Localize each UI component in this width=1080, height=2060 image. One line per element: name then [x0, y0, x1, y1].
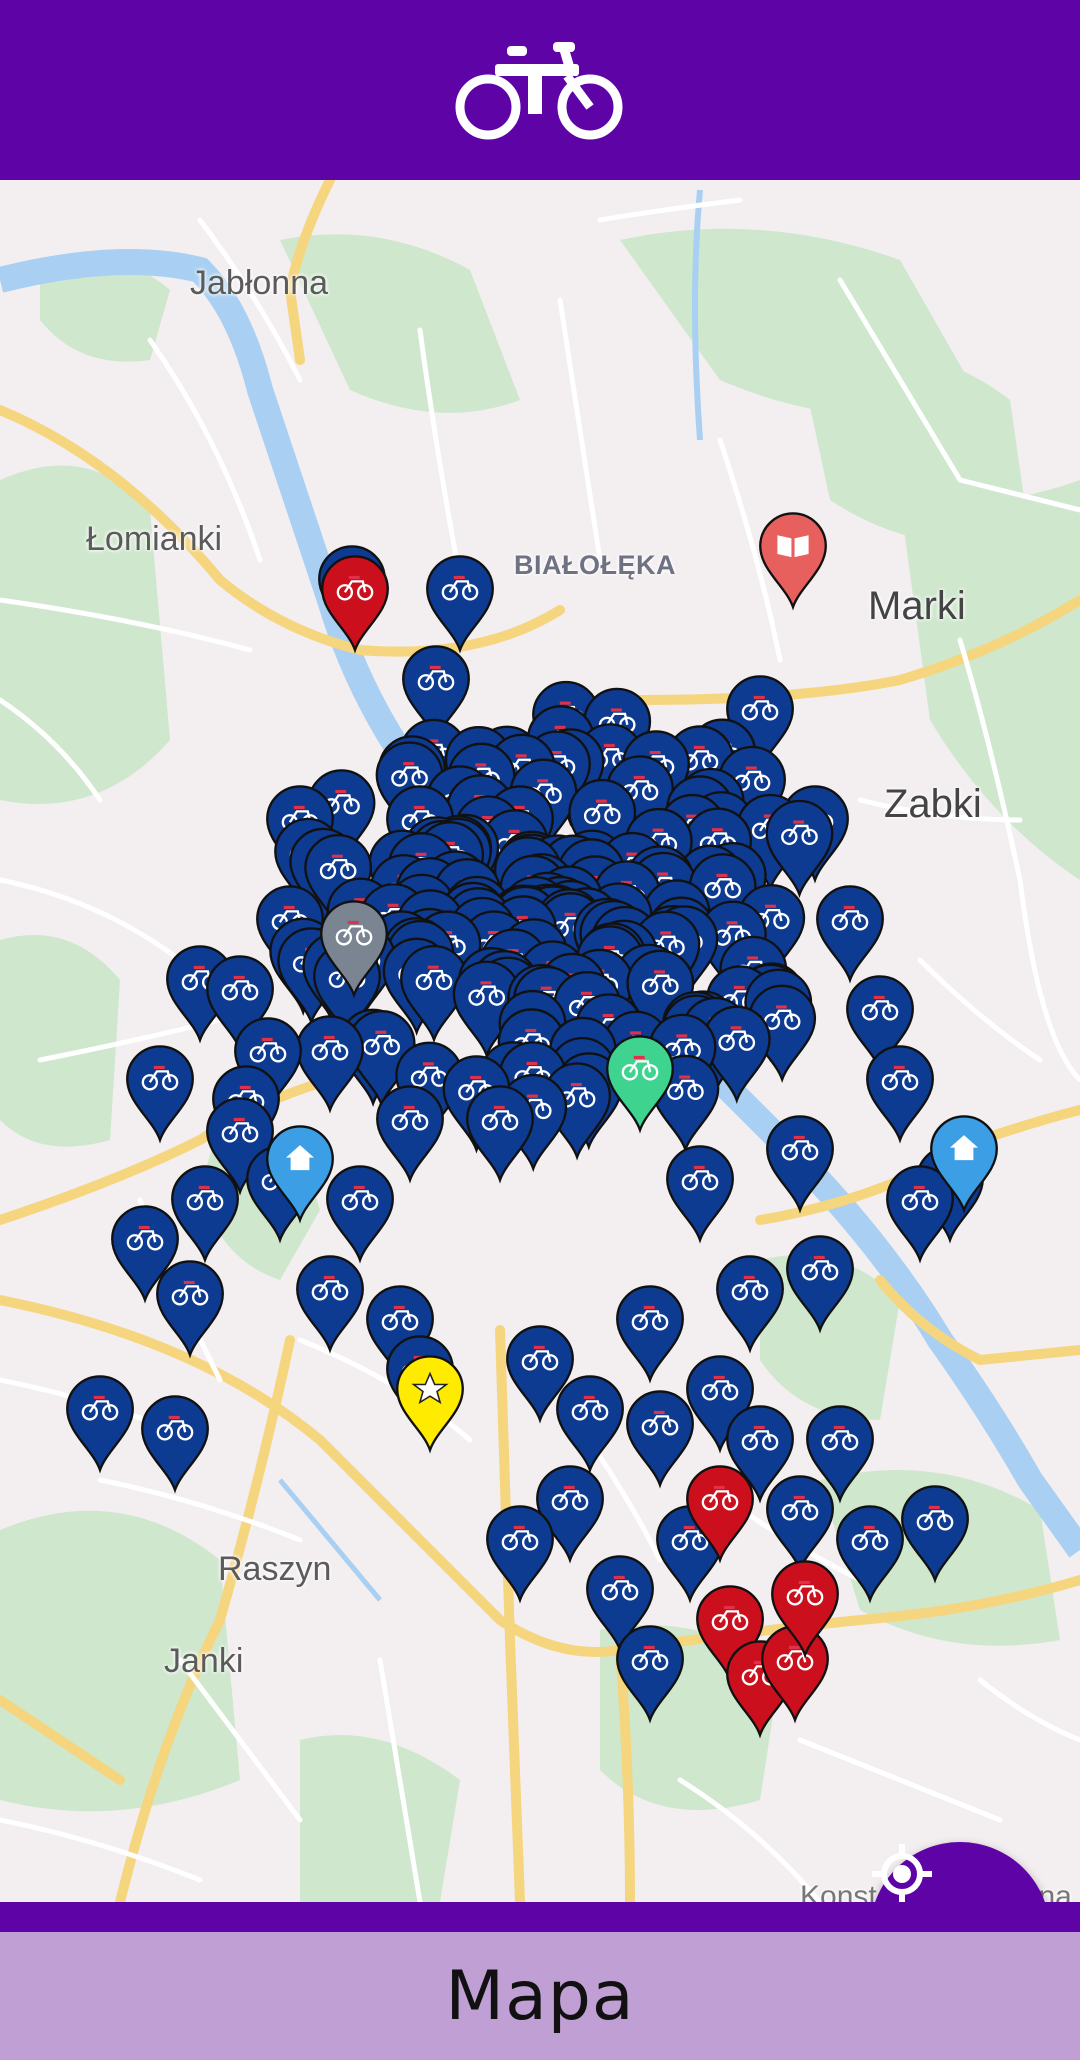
station-marker[interactable] [816, 885, 884, 984]
station-marker[interactable] [901, 1485, 969, 1584]
station-marker[interactable] [296, 1255, 364, 1354]
station-marker[interactable] [556, 1375, 624, 1474]
station-marker[interactable] [326, 1165, 394, 1264]
station-marker[interactable] [486, 1505, 554, 1604]
favorite-marker[interactable] [396, 1355, 464, 1454]
station-marker[interactable] [836, 1505, 904, 1604]
station-marker[interactable] [426, 555, 494, 654]
station-marker[interactable] [626, 1390, 694, 1489]
station-marker[interactable] [786, 1235, 854, 1334]
station-marker[interactable] [156, 1260, 224, 1359]
station-marker[interactable] [616, 1285, 684, 1384]
station-marker[interactable] [666, 1145, 734, 1244]
station-marker[interactable] [765, 799, 834, 899]
station-marker[interactable] [171, 1165, 239, 1264]
screen-title: Mapa [445, 1956, 635, 2036]
station-marker[interactable] [296, 1015, 364, 1114]
station-marker[interactable] [886, 1165, 954, 1264]
station-marker[interactable] [376, 1085, 444, 1184]
my-location-icon [872, 1844, 932, 1902]
station-marker[interactable] [141, 1395, 209, 1494]
top-app-bar [0, 0, 1080, 180]
station-marker[interactable] [766, 1115, 834, 1214]
markers-layer [66, 512, 998, 1739]
station-marker[interactable] [866, 1045, 934, 1144]
station-marker[interactable] [321, 555, 389, 654]
station-marker[interactable] [716, 1255, 784, 1354]
bottom-bar-divider [0, 1902, 1080, 1932]
station-marker[interactable] [466, 1085, 534, 1184]
bike-icon [455, 42, 623, 140]
station-marker[interactable] [766, 1475, 834, 1574]
bottom-bar: Mapa [0, 1932, 1080, 2060]
map-view[interactable]: Jabłonna Łomianki BIAŁOŁĘKA Marki Zabki … [0, 180, 1080, 1902]
station-marker[interactable] [66, 1375, 134, 1474]
station-marker[interactable] [126, 1045, 194, 1144]
station-marker[interactable] [616, 1625, 684, 1724]
info-marker[interactable] [759, 512, 827, 611]
